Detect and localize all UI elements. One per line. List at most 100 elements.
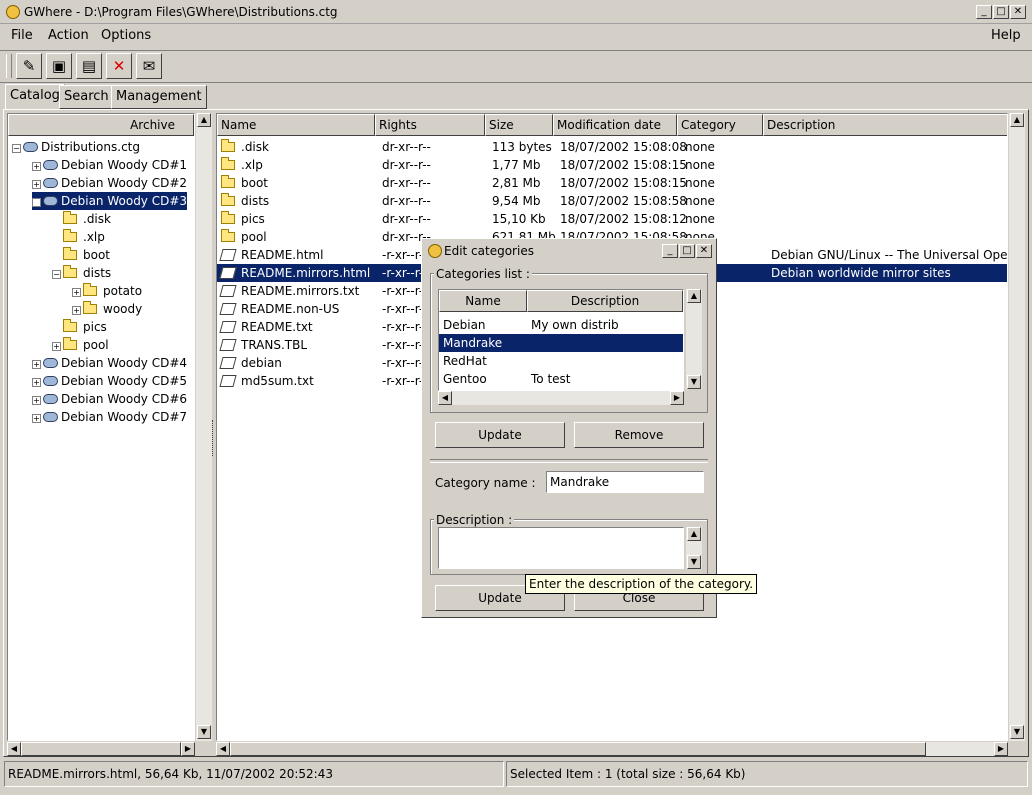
file-row[interactable]: boot dr-xr--r-- 2,81 Mb 18/07/2002 15:08:15…: [217, 174, 1007, 192]
file-row[interactable]: pics dr-xr--r-- 15,10 Kb 18/07/2002 15:08:1…: [217, 210, 1007, 228]
category-row[interactable]: Mandrake: [439, 334, 683, 352]
category-row[interactable]: Gentoo To test: [439, 370, 683, 388]
column-name[interactable]: Name: [217, 114, 375, 136]
category-row[interactable]: RedHat: [439, 352, 683, 370]
expand-icon[interactable]: +: [32, 414, 41, 423]
tree-item[interactable]: pics: [52, 318, 107, 336]
menu-action[interactable]: Action: [48, 27, 89, 45]
expand-icon[interactable]: +: [32, 360, 41, 369]
file-cell: 18/07/2002 15:08:15: [560, 157, 687, 173]
tree-item[interactable]: + Debian Woody CD#6: [32, 390, 187, 408]
scroll-right-arrow-icon[interactable]: ▶: [994, 742, 1008, 756]
tree-item[interactable]: + Debian Woody CD#7: [32, 408, 187, 426]
column-modification-date[interactable]: Modification date: [553, 114, 677, 136]
tab-catalog[interactable]: Catalog: [5, 84, 65, 110]
delete-button[interactable]: ✕: [106, 53, 132, 79]
tree-item[interactable]: + pool: [52, 336, 109, 354]
close-button[interactable]: ✕: [1010, 5, 1026, 19]
column-rights[interactable]: Rights: [375, 114, 485, 136]
dialog-minimize-button[interactable]: _: [662, 244, 678, 258]
archive-column-header[interactable]: Archive: [8, 114, 194, 136]
file-name: README.mirrors.txt: [241, 284, 360, 298]
minimize-button[interactable]: _: [976, 5, 992, 19]
save-catalog-button[interactable]: ▤: [76, 53, 102, 79]
update-category-button[interactable]: Update: [435, 422, 565, 448]
open-catalog-button[interactable]: ▣: [46, 53, 72, 79]
tree-vertical-scrollbar[interactable]: ▲ ▼: [196, 113, 212, 741]
scroll-up-arrow-icon[interactable]: ▲: [1010, 113, 1024, 127]
scroll-up-arrow-icon[interactable]: ▲: [687, 289, 701, 303]
description-textarea[interactable]: [438, 527, 684, 569]
scroll-thumb[interactable]: [21, 742, 181, 756]
file-row[interactable]: .xlp dr-xr--r-- 1,77 Mb 18/07/2002 15:08:15…: [217, 156, 1007, 174]
scroll-down-arrow-icon[interactable]: ▼: [197, 725, 211, 739]
tree-item[interactable]: boot: [52, 246, 110, 264]
scroll-down-arrow-icon[interactable]: ▼: [687, 375, 701, 389]
scroll-down-arrow-icon[interactable]: ▼: [687, 555, 701, 569]
tree-item[interactable]: + Debian Woody CD#1: [32, 156, 187, 174]
tree-item[interactable]: + woody: [72, 300, 142, 318]
expand-icon[interactable]: +: [52, 342, 61, 351]
scroll-right-arrow-icon[interactable]: ▶: [670, 391, 684, 405]
remove-category-button[interactable]: Remove: [574, 422, 704, 448]
categories-table[interactable]: Name Description Debian My own distrib Man…: [438, 289, 684, 391]
tab-management[interactable]: Management: [111, 85, 207, 109]
menu-options[interactable]: Options: [101, 27, 151, 45]
files-horizontal-scrollbar[interactable]: ◀ ▶: [216, 742, 1008, 756]
column-size[interactable]: Size: [485, 114, 553, 136]
tree-item[interactable]: + Debian Woody CD#4: [32, 354, 187, 372]
scroll-up-arrow-icon[interactable]: ▲: [687, 527, 701, 541]
scroll-left-arrow-icon[interactable]: ◀: [7, 742, 21, 756]
categories-vertical-scrollbar[interactable]: ▲ ▼: [686, 289, 702, 389]
dialog-close-button[interactable]: ✕: [696, 244, 712, 258]
file-row[interactable]: dists dr-xr--r-- 9,54 Mb 18/07/2002 15:08:5…: [217, 192, 1007, 210]
categories-horizontal-scrollbar[interactable]: ◀ ▶: [438, 391, 684, 405]
file-row[interactable]: .disk dr-xr--r-- 113 bytes 18/07/2002 15:08…: [217, 138, 1007, 156]
collapse-icon[interactable]: −: [12, 144, 21, 153]
description-scrollbar[interactable]: ▲ ▼: [686, 527, 702, 569]
menu-help[interactable]: Help: [991, 27, 1021, 45]
categories-column-description[interactable]: Description: [527, 290, 683, 312]
tree-item[interactable]: .disk: [52, 210, 111, 228]
save-disk-icon: ▤: [81, 57, 97, 75]
category-row[interactable]: Debian My own distrib: [439, 316, 683, 334]
scroll-left-arrow-icon[interactable]: ◀: [438, 391, 452, 405]
tree-item[interactable]: .xlp: [52, 228, 105, 246]
tree-horizontal-scrollbar[interactable]: ◀ ▶: [7, 742, 195, 756]
categories-column-name[interactable]: Name: [439, 290, 527, 312]
column-description[interactable]: Description: [763, 114, 1007, 136]
scroll-down-arrow-icon[interactable]: ▼: [1010, 725, 1024, 739]
collapse-icon[interactable]: −: [52, 270, 61, 279]
tree-item[interactable]: − dists: [52, 264, 111, 282]
expand-icon[interactable]: +: [32, 162, 41, 171]
file-cell: none: [685, 211, 715, 227]
scroll-left-arrow-icon[interactable]: ◀: [216, 742, 230, 756]
expand-icon[interactable]: +: [72, 306, 81, 315]
new-catalog-button[interactable]: ✎: [16, 53, 42, 79]
category-name-input[interactable]: [546, 471, 704, 493]
tab-search[interactable]: Search: [59, 85, 114, 109]
file-name: dists: [241, 194, 270, 208]
tree-item[interactable]: − Debian Woody CD#3: [32, 192, 188, 210]
expand-icon[interactable]: +: [32, 378, 41, 387]
tree-root[interactable]: − Distributions.ctg: [12, 138, 140, 156]
file-cell: Debian GNU/Linux -- The Universal Opera: [771, 247, 1007, 263]
tree-item[interactable]: + Debian Woody CD#5: [32, 372, 187, 390]
column-category[interactable]: Category: [677, 114, 763, 136]
tree-item[interactable]: + potato: [72, 282, 142, 300]
dialog-maximize-button[interactable]: □: [679, 244, 695, 258]
maximize-button[interactable]: □: [993, 5, 1009, 19]
tree-item[interactable]: + Debian Woody CD#2: [32, 174, 187, 192]
scroll-up-arrow-icon[interactable]: ▲: [197, 113, 211, 127]
collapse-icon[interactable]: −: [32, 198, 41, 207]
file-name: README.mirrors.html: [241, 266, 371, 280]
expand-icon[interactable]: +: [72, 288, 81, 297]
files-vertical-scrollbar[interactable]: ▲ ▼: [1009, 113, 1025, 741]
scroll-thumb[interactable]: [230, 742, 926, 756]
menu-file[interactable]: File: [11, 27, 33, 45]
mail-button[interactable]: ✉: [136, 53, 162, 79]
archive-tree[interactable]: Archive − Distributions.ctg + Debian Woody …: [7, 113, 195, 741]
scroll-right-arrow-icon[interactable]: ▶: [181, 742, 195, 756]
expand-icon[interactable]: +: [32, 396, 41, 405]
expand-icon[interactable]: +: [32, 180, 41, 189]
